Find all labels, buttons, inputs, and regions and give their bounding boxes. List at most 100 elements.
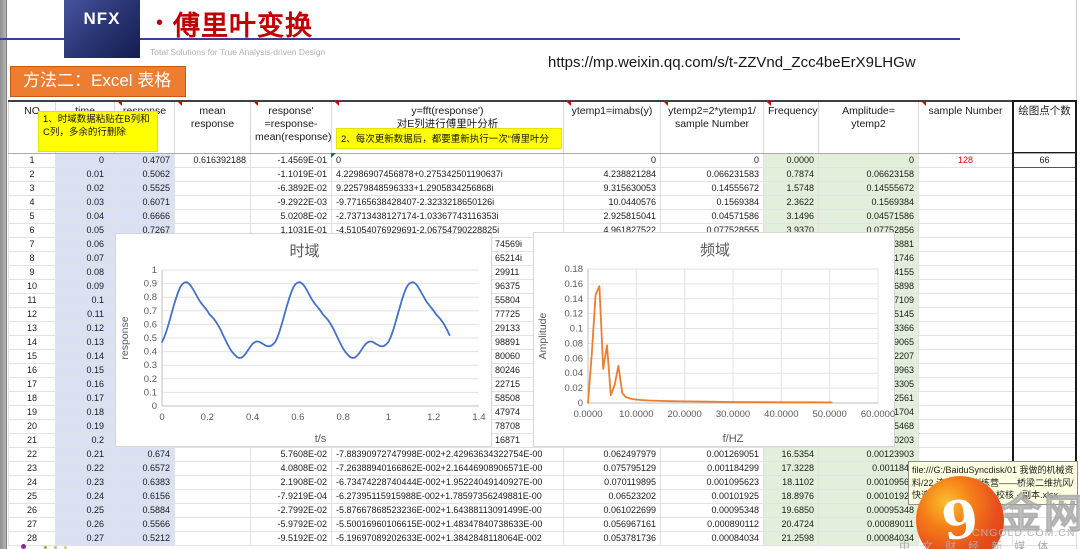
cell[interactable]: -7.26388940166862E-002+2.16446908906571E…: [332, 461, 564, 475]
cell[interactable]: 17.3228: [764, 461, 819, 475]
cell[interactable]: 0.04571586: [661, 209, 764, 223]
cell[interactable]: 0.00095348: [819, 503, 919, 517]
cell[interactable]: [919, 279, 1013, 293]
cell[interactable]: 5: [9, 209, 56, 223]
cell[interactable]: -9.2922E-03: [251, 195, 332, 209]
cell[interactable]: 1: [9, 153, 56, 167]
cell[interactable]: 0.09: [56, 279, 115, 293]
cell[interactable]: 0.15: [56, 363, 115, 377]
cell[interactable]: -1.1019E-01: [251, 167, 332, 181]
cell[interactable]: [919, 447, 1013, 461]
cell[interactable]: 10: [9, 279, 56, 293]
cell[interactable]: [1013, 279, 1077, 293]
cell[interactable]: 0: [661, 153, 764, 167]
cell[interactable]: 0.00101925: [661, 489, 764, 503]
cell[interactable]: [175, 531, 251, 545]
cell[interactable]: 0.00109562: [819, 475, 919, 489]
header-cell[interactable]: ytemp1=imabs(y): [564, 101, 661, 153]
cell[interactable]: [1013, 377, 1077, 391]
cell[interactable]: 0.2: [56, 433, 115, 447]
cell[interactable]: 0.21: [56, 447, 115, 461]
cell[interactable]: 66: [1013, 153, 1077, 167]
cell[interactable]: [1013, 195, 1077, 209]
cell[interactable]: 7: [9, 237, 56, 251]
cell[interactable]: [919, 307, 1013, 321]
cell[interactable]: [175, 461, 251, 475]
cell[interactable]: [919, 391, 1013, 405]
cell[interactable]: 4.22986907456878+0.275342501190637i: [332, 167, 564, 181]
cell[interactable]: [919, 349, 1013, 363]
cell[interactable]: 14: [9, 335, 56, 349]
cell[interactable]: 23: [9, 461, 56, 475]
cell[interactable]: [1013, 433, 1077, 447]
cell[interactable]: 0.6666: [115, 209, 175, 223]
cell[interactable]: 0.11: [56, 307, 115, 321]
cell[interactable]: 0.27: [56, 531, 115, 545]
cell[interactable]: 0.4707: [115, 153, 175, 167]
cell[interactable]: 9.315630053: [564, 181, 661, 195]
cell[interactable]: [1013, 321, 1077, 335]
cell[interactable]: 0.00084034: [661, 531, 764, 545]
cell[interactable]: -5.19697089202633E-002+1.3842848118064E-…: [332, 531, 564, 545]
cell[interactable]: 5.7608E-02: [251, 447, 332, 461]
cell[interactable]: 20: [9, 419, 56, 433]
cell[interactable]: 0.00095348: [661, 503, 764, 517]
cell[interactable]: 0.06523202: [564, 489, 661, 503]
cell[interactable]: 0.22: [56, 461, 115, 475]
cell[interactable]: 0.616392188: [175, 153, 251, 167]
cell[interactable]: -6.73474228740444E-002+1.95224049140927E…: [332, 475, 564, 489]
cell[interactable]: [1013, 419, 1077, 433]
cell[interactable]: 0.01: [56, 167, 115, 181]
cell[interactable]: 24: [9, 475, 56, 489]
cell[interactable]: 11: [9, 293, 56, 307]
cell[interactable]: -9.77165638428407-2.3233218650126i: [332, 195, 564, 209]
cell[interactable]: 0.5566: [115, 517, 175, 531]
header-cell[interactable]: response' =response- mean(response): [251, 101, 332, 153]
header-cell[interactable]: 绘图点个数: [1013, 101, 1077, 153]
cell[interactable]: 0.1: [56, 293, 115, 307]
cell[interactable]: 3: [9, 181, 56, 195]
cell[interactable]: [175, 447, 251, 461]
cell[interactable]: [1013, 307, 1077, 321]
cell[interactable]: 0.26: [56, 517, 115, 531]
cell[interactable]: [919, 321, 1013, 335]
cell[interactable]: [175, 167, 251, 181]
cell[interactable]: 0.14: [56, 349, 115, 363]
cell[interactable]: 0.1569384: [661, 195, 764, 209]
cell[interactable]: 0.08: [56, 265, 115, 279]
cell[interactable]: 5.0208E-02: [251, 209, 332, 223]
cell[interactable]: 19.6850: [764, 503, 819, 517]
cell[interactable]: [919, 265, 1013, 279]
cell[interactable]: 13: [9, 321, 56, 335]
cell[interactable]: 0.7874: [764, 167, 819, 181]
cell[interactable]: 0.061022699: [564, 503, 661, 517]
cell[interactable]: -5.9792E-02: [251, 517, 332, 531]
cell[interactable]: 0.16: [56, 377, 115, 391]
cell[interactable]: 16: [9, 363, 56, 377]
cell[interactable]: [175, 181, 251, 195]
cell[interactable]: [175, 195, 251, 209]
cell[interactable]: [919, 433, 1013, 447]
cell[interactable]: 0.1569384: [819, 195, 919, 209]
cell[interactable]: 2.925815041: [564, 209, 661, 223]
cell[interactable]: 0.062497979: [564, 447, 661, 461]
cell[interactable]: 6: [9, 223, 56, 237]
cell[interactable]: [1013, 167, 1077, 181]
cell[interactable]: [1013, 391, 1077, 405]
cell[interactable]: [1013, 349, 1077, 363]
cell[interactable]: 27: [9, 517, 56, 531]
cell[interactable]: [1013, 405, 1077, 419]
cell[interactable]: 0.075795129: [564, 461, 661, 475]
cell[interactable]: 0.25: [56, 503, 115, 517]
header-cell[interactable]: mean response: [175, 101, 251, 153]
cell[interactable]: [175, 503, 251, 517]
cell[interactable]: 0.066231583: [661, 167, 764, 181]
cell[interactable]: 12: [9, 307, 56, 321]
header-cell[interactable]: ytemp2=2*ytemp1/ sample Number: [661, 101, 764, 153]
cell[interactable]: -2.73713438127174-1.03367743116353i: [332, 209, 564, 223]
cell[interactable]: [1013, 223, 1077, 237]
cell[interactable]: [919, 237, 1013, 251]
cell[interactable]: 0.00089011: [819, 517, 919, 531]
cell[interactable]: 21: [9, 433, 56, 447]
cell[interactable]: [919, 293, 1013, 307]
